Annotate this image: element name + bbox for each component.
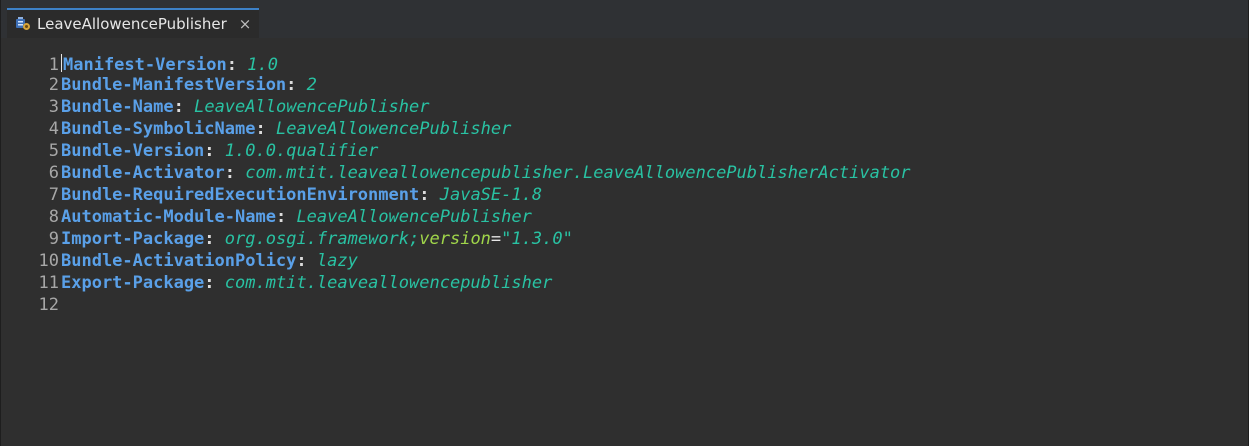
tab-title: LeaveAllowencePublisher xyxy=(37,15,227,33)
equals-sign: = xyxy=(490,229,502,249)
colon: : xyxy=(224,163,236,183)
colon: : xyxy=(204,273,215,293)
colon: : xyxy=(286,75,297,95)
line-number: 12 xyxy=(38,295,59,315)
manifest-value: JavaSE-1.8 xyxy=(439,185,543,205)
line-number: 10 xyxy=(38,251,59,271)
code-line: 11 Export-Package: com.mtit.leaveallowenc… xyxy=(1,272,1248,294)
colon: : xyxy=(419,185,430,205)
code-line: 2 Bundle-ManifestVersion: 2 xyxy=(1,74,1248,96)
line-number: 4 xyxy=(48,119,59,139)
manifest-key: Bundle-RequiredExecutionEnvironment xyxy=(61,185,420,205)
colon: : xyxy=(204,141,215,161)
code-line: 12 xyxy=(1,294,1248,316)
code-line: 6 Bundle-Activator: com.mtit.leaveallowen… xyxy=(1,162,1248,184)
manifest-value: LeaveAllowencePublisher xyxy=(296,207,532,227)
manifest-key: Bundle-Activator xyxy=(61,163,225,183)
manifest-value: 2 xyxy=(306,75,317,95)
manifest-value: 1.0 xyxy=(247,55,278,75)
colon: : xyxy=(255,119,266,139)
manifest-attribute-value: "1.3.0" xyxy=(501,229,573,249)
colon: : xyxy=(173,97,184,117)
tab-bar: LeaveAllowencePublisher × xyxy=(1,0,1248,39)
manifest-attribute: version xyxy=(419,229,491,249)
code-line: 9 Import-Package: org.osgi.framework; vers… xyxy=(1,228,1248,250)
line-number: 8 xyxy=(48,207,59,227)
colon: : xyxy=(204,229,215,249)
line-number: 9 xyxy=(48,229,59,249)
editor-window: LeaveAllowencePublisher × 1 Manifest-Vers… xyxy=(0,0,1249,446)
tab-leave-allowence-publisher[interactable]: LeaveAllowencePublisher × xyxy=(7,8,260,38)
code-line: 5 Bundle-Version: 1.0.0.qualifier xyxy=(1,140,1248,162)
manifest-key: Bundle-SymbolicName xyxy=(61,119,256,139)
manifest-file-icon xyxy=(15,16,31,32)
manifest-key: Manifest-Version xyxy=(63,55,227,75)
manifest-key: Bundle-ManifestVersion xyxy=(61,75,287,95)
code-line: 10 Bundle-ActivationPolicy: lazy xyxy=(1,250,1248,272)
manifest-key: Bundle-Version xyxy=(61,141,205,161)
code-line: 3 Bundle-Name: LeaveAllowencePublisher xyxy=(1,96,1248,118)
line-number: 1 xyxy=(48,55,59,75)
manifest-value: LeaveAllowencePublisher xyxy=(194,97,430,117)
colon: : xyxy=(296,251,307,271)
manifest-key: Bundle-Name xyxy=(61,97,174,117)
line-number: 3 xyxy=(48,97,59,117)
manifest-value: com.mtit.leaveallowencepublisher xyxy=(224,273,553,293)
code-line: 1 Manifest-Version: 1.0 xyxy=(1,52,1248,75)
manifest-key: Export-Package xyxy=(61,273,205,293)
code-line: 7 Bundle-RequiredExecutionEnvironment: Ja… xyxy=(1,184,1248,206)
code-line: 4 Bundle-SymbolicName: LeaveAllowencePubl… xyxy=(1,118,1248,140)
colon: : xyxy=(275,207,287,227)
line-number: 2 xyxy=(48,75,59,95)
text-caret xyxy=(61,54,62,72)
code-line: 8 Automatic-Module-Name: LeaveAllowencePu… xyxy=(1,206,1248,228)
line-number: 11 xyxy=(38,273,59,293)
colon: : xyxy=(226,55,238,75)
close-icon[interactable]: × xyxy=(239,16,252,32)
manifest-value: 1.0.0.qualifier xyxy=(224,141,379,161)
manifest-value: LeaveAllowencePublisher xyxy=(275,119,512,139)
manifest-key: Import-Package xyxy=(61,229,205,249)
line-number: 6 xyxy=(48,163,59,183)
manifest-value: org.osgi.framework; xyxy=(224,229,420,249)
line-number: 7 xyxy=(48,185,59,205)
line-number: 5 xyxy=(48,141,59,161)
code-editor[interactable]: 1 Manifest-Version: 1.0 2 Bundle-ManifestV… xyxy=(1,38,1248,446)
manifest-key: Automatic-Module-Name xyxy=(61,207,276,227)
manifest-value: lazy xyxy=(316,251,358,271)
manifest-key: Bundle-ActivationPolicy xyxy=(61,251,297,271)
manifest-value: com.mtit.leaveallowencepublisher.LeaveAl… xyxy=(245,163,911,183)
